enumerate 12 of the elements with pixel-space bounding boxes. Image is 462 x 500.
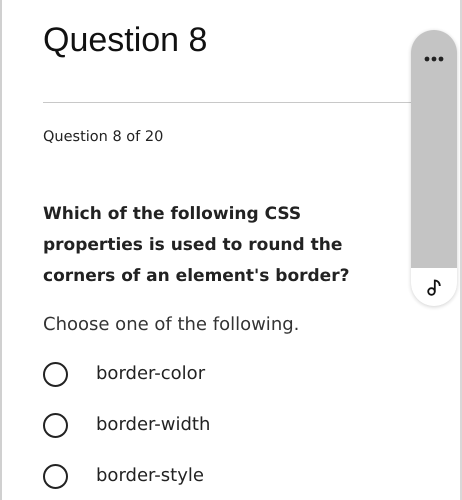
option-label: border-style: [96, 464, 204, 488]
radio-button[interactable]: [43, 464, 68, 488]
question-text: Which of the following CSS properties is used to round the corners of an element's border?: [43, 203, 350, 288]
radio-button[interactable]: [43, 412, 68, 438]
question-title: Question 8: [43, 20, 208, 60]
instruction-text: Choose one of the following.: [43, 313, 300, 337]
music-note-icon: [427, 278, 441, 296]
music-button[interactable]: [411, 268, 457, 306]
more-icon: [424, 56, 444, 62]
radio-button[interactable]: [43, 362, 68, 386]
option-label: border-width: [96, 413, 210, 437]
option-label: border-color: [96, 362, 206, 386]
